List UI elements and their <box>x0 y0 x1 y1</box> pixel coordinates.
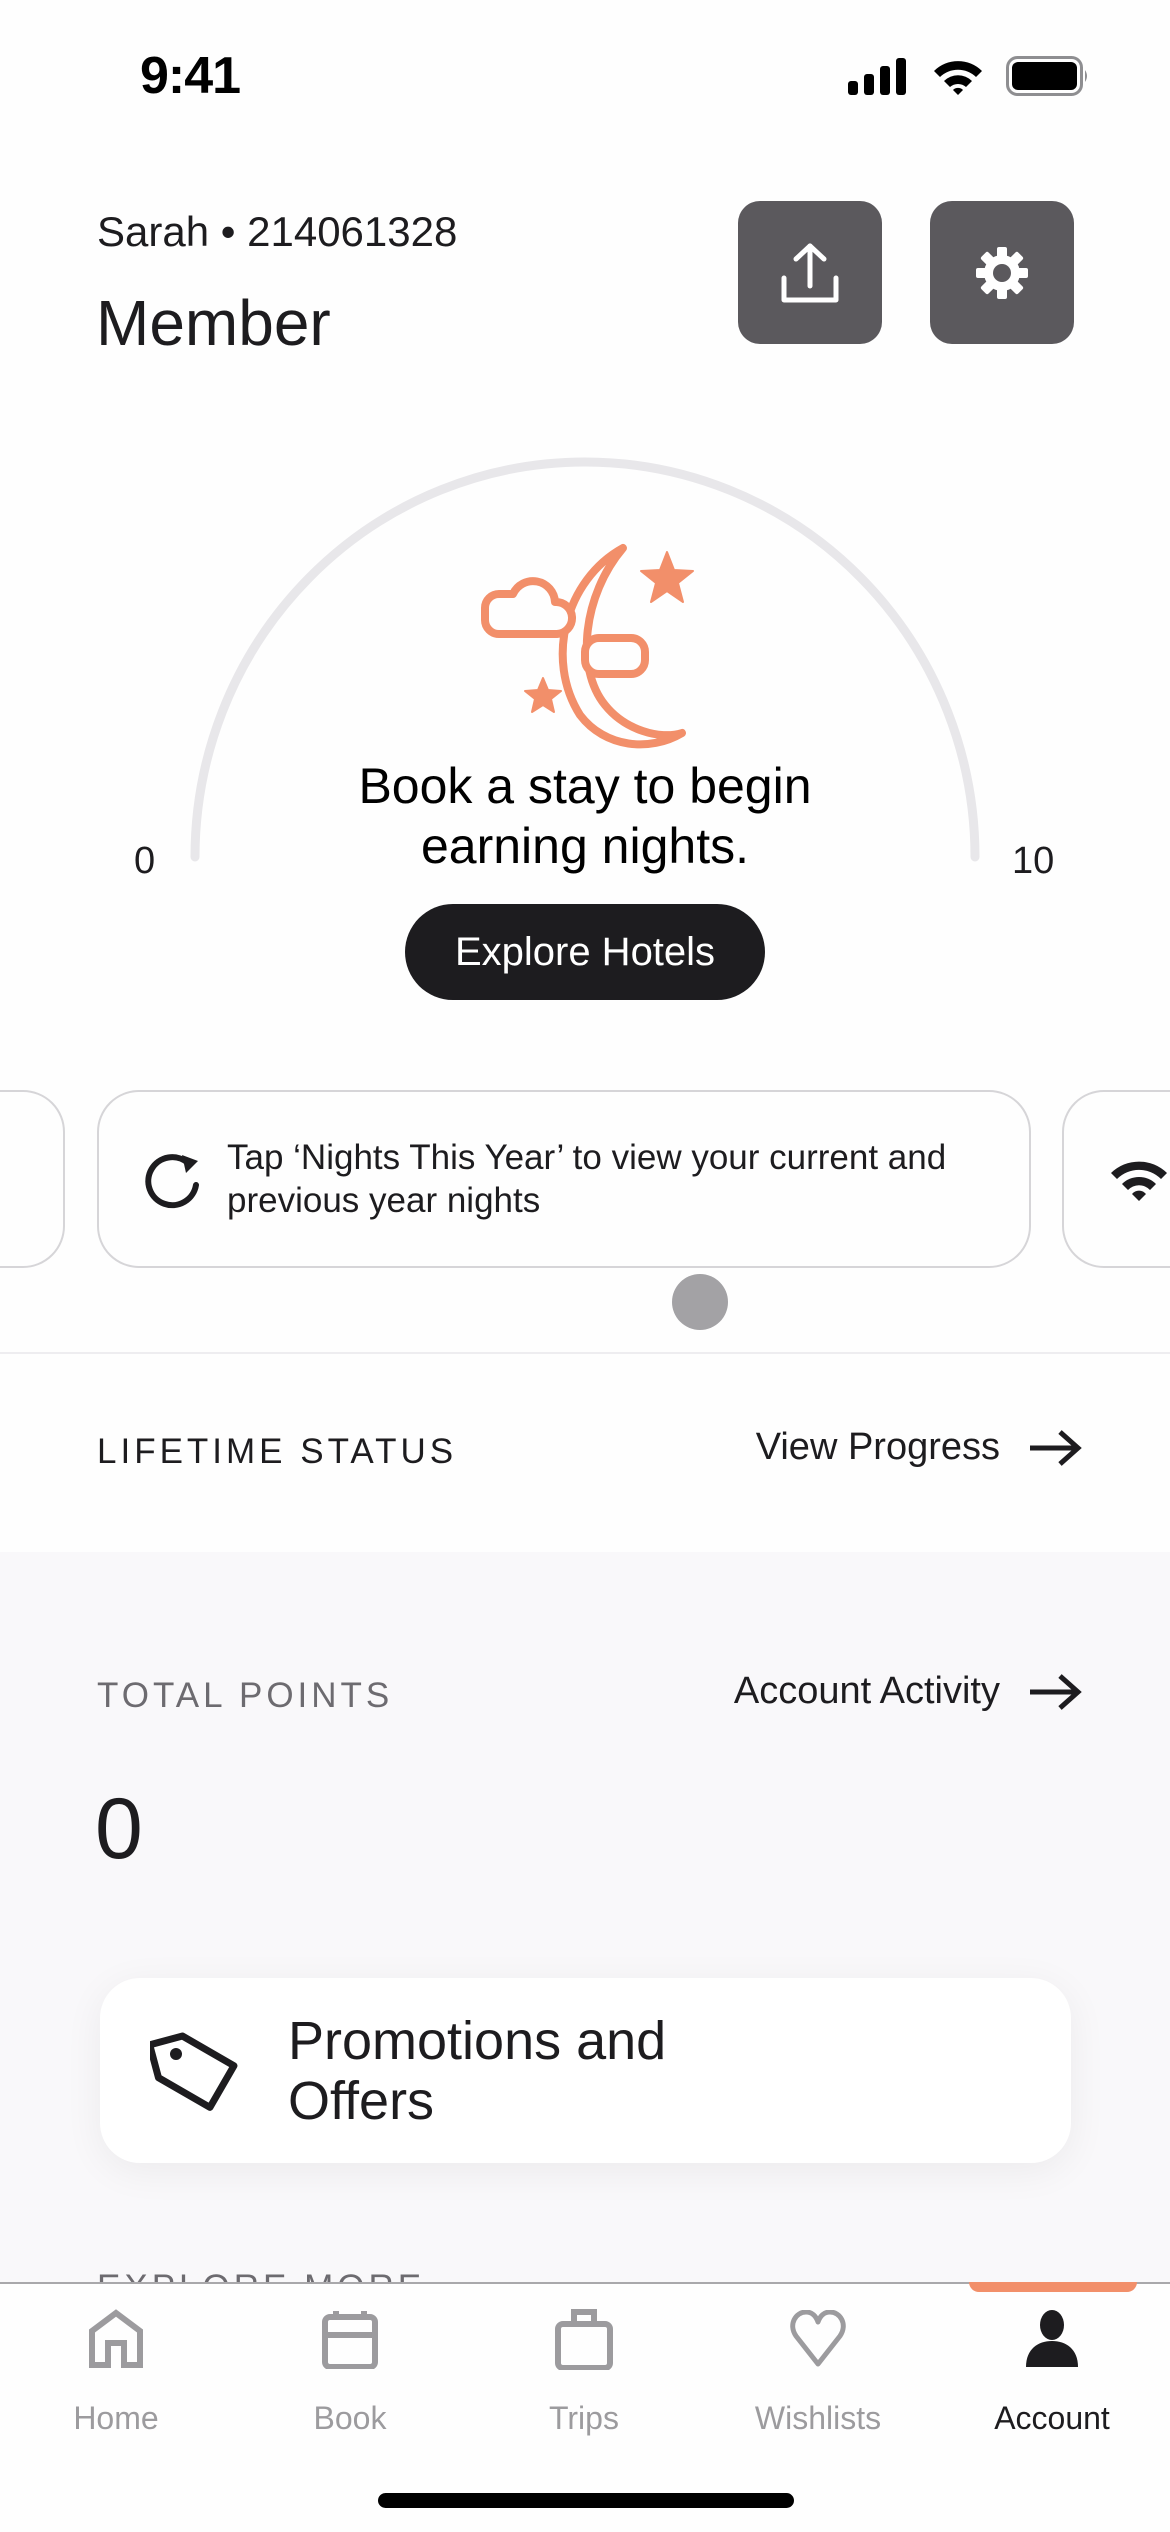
tab-wishlists[interactable]: Wishlists <box>718 2304 918 2437</box>
arrow-right-icon <box>1030 1429 1082 1466</box>
home-indicator[interactable] <box>378 2493 794 2508</box>
tab-label: Home <box>73 2400 159 2436</box>
account-activity-link[interactable]: Account Activity <box>734 1670 1082 1713</box>
home-icon <box>81 2304 151 2374</box>
gauge-min-label: 0 <box>134 840 156 882</box>
wifi-icon <box>1104 1144 1170 1214</box>
lifetime-status-label: LIFETIME STATUS <box>97 1432 458 1471</box>
tab-label: Account <box>994 2400 1110 2436</box>
section-divider <box>0 1352 1170 1354</box>
suitcase-icon <box>549 2304 619 2374</box>
tab-label: Trips <box>549 2400 619 2436</box>
promotions-and-offers-card[interactable]: Promotions and Offers <box>100 1978 1071 2163</box>
calendar-icon <box>315 2304 385 2374</box>
active-tab-indicator <box>969 2282 1137 2292</box>
person-icon <box>1017 2304 1087 2374</box>
refresh-icon <box>139 1144 209 1214</box>
gauge-max-label: 10 <box>1012 840 1055 882</box>
view-progress-label: View Progress <box>755 1426 1000 1468</box>
tab-account[interactable]: Account <box>952 2304 1152 2437</box>
total-points-value: 0 <box>95 1781 143 1877</box>
carousel-card-previous[interactable] <box>0 1090 65 1268</box>
carousel-page-indicator[interactable] <box>672 1274 728 1330</box>
gauge-message: Book a stay to begin earning nights. <box>358 758 812 874</box>
tab-trips[interactable]: Trips <box>484 2304 684 2437</box>
arrow-right-icon <box>1030 1673 1082 1710</box>
heart-icon <box>783 2304 853 2374</box>
tab-book[interactable]: Book <box>250 2304 450 2437</box>
tag-icon <box>150 2032 238 2111</box>
tab-home[interactable]: Home <box>16 2304 216 2437</box>
points-section <box>0 1552 1170 2292</box>
explore-hotels-button[interactable]: Explore Hotels <box>405 904 765 1000</box>
view-progress-link[interactable]: View Progress <box>756 1426 1082 1469</box>
tab-label: Wishlists <box>754 2400 882 2436</box>
promotions-label: Promotions and Offers <box>288 2010 667 2131</box>
total-points-label: TOTAL POINTS <box>97 1676 394 1715</box>
account-activity-label: Account Activity <box>733 1670 1000 1712</box>
carousel-card-text: Tap ‘Nights This Year’ to view your curr… <box>227 1138 947 1220</box>
moon-and-stars-icon <box>481 544 694 749</box>
carousel-card-next[interactable] <box>1062 1090 1170 1268</box>
tab-label: Book <box>313 2400 387 2436</box>
carousel-card-nights-tip[interactable]: Tap ‘Nights This Year’ to view your curr… <box>97 1090 1031 1268</box>
